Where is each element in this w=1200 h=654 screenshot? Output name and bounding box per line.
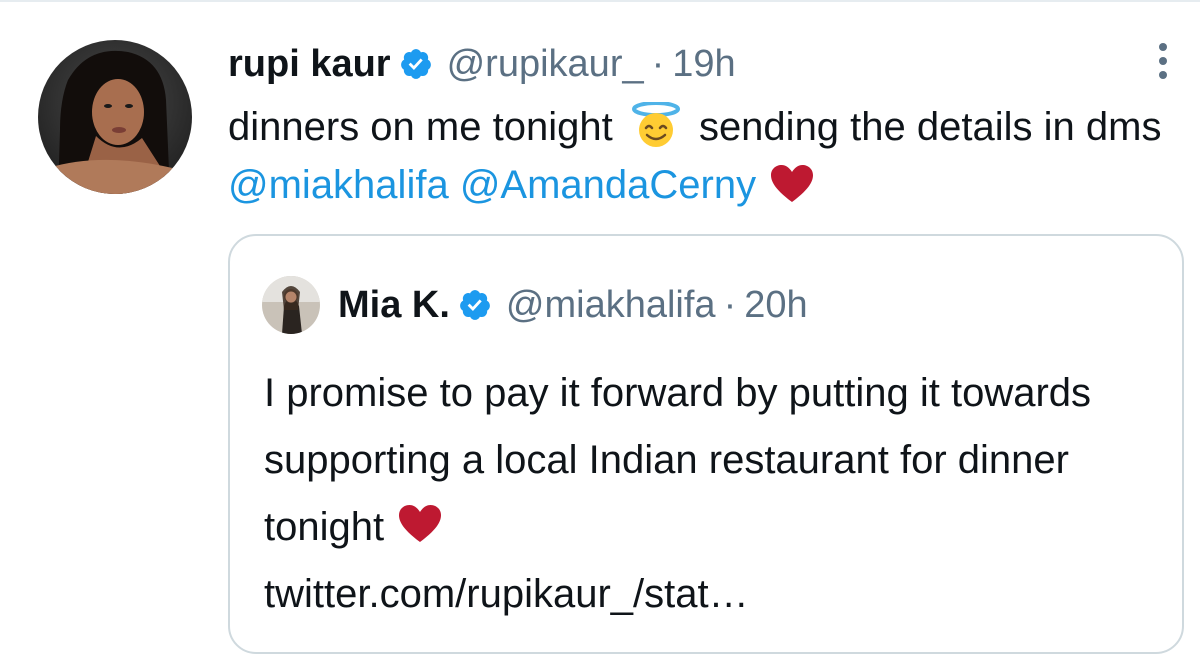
quoted-tweet-timestamp[interactable]: 20h — [744, 284, 807, 327]
author-avatar[interactable] — [38, 40, 192, 194]
red-heart-icon — [769, 164, 815, 204]
tweet-header: rupi kaur @rupikaur_ · 19h — [228, 34, 736, 94]
tweet-body: dinners on me tonight sending the detail… — [228, 98, 1188, 214]
quoted-author-handle[interactable]: @miakhalifa — [506, 284, 716, 327]
verified-badge-icon — [458, 288, 492, 322]
author-handle[interactable]: @rupikaur_ — [447, 43, 644, 86]
quoted-author-name[interactable]: Mia K. — [338, 284, 450, 327]
quoted-tweet-link[interactable]: twitter.com/rupikaur_/stat… — [264, 572, 749, 616]
quoted-author-avatar[interactable] — [262, 276, 320, 334]
separator-dot: · — [651, 42, 665, 85]
tweet-text-part2: sending the details in dms — [698, 105, 1162, 149]
quoted-tweet-text: I promise to pay it forward by putting i… — [264, 371, 1092, 549]
tweet-timestamp[interactable]: 19h — [672, 43, 735, 86]
top-divider — [0, 0, 1200, 2]
smiling-face-with-halo-icon — [626, 101, 686, 148]
quoted-tweet-card[interactable]: Mia K. @miakhalifa · 20h I promise to pa… — [228, 234, 1184, 654]
author-name[interactable]: rupi kaur — [228, 43, 391, 86]
red-heart-icon — [397, 504, 443, 544]
more-options-icon[interactable] — [1150, 40, 1176, 82]
mention-link[interactable]: @miakhalifa — [228, 163, 449, 207]
quoted-tweet-header: Mia K. @miakhalifa · 20h — [338, 272, 808, 338]
quoted-tweet-body: I promise to pay it forward by putting i… — [264, 360, 1164, 628]
separator-dot: · — [723, 283, 737, 326]
tweet-text-part1: dinners on me tonight — [228, 105, 613, 149]
mention-link[interactable]: @AmandaCerny — [460, 163, 756, 207]
verified-badge-icon — [399, 47, 433, 81]
